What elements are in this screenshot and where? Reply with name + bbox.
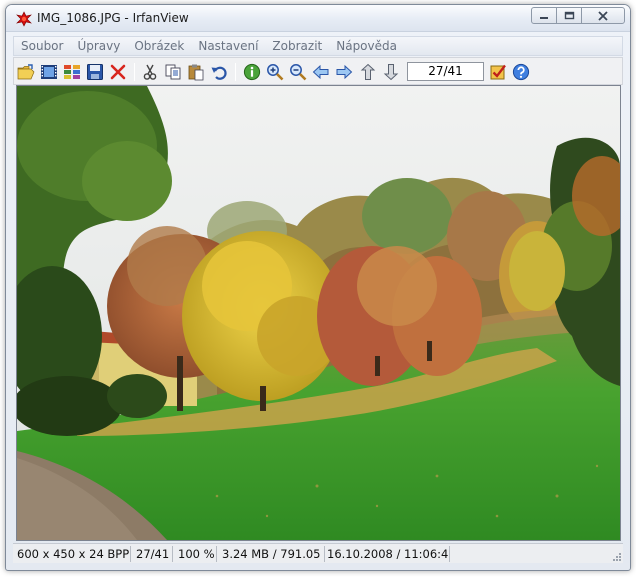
- maximize-button[interactable]: [556, 7, 582, 24]
- toolbar: 27/41: [13, 57, 623, 85]
- menu-napoveda[interactable]: Nápověda: [336, 39, 397, 53]
- status-bar: 600 x 450 x 24 BPP 27/41 100 % 3.24 MB /…: [13, 543, 623, 563]
- properties-icon[interactable]: [489, 63, 507, 81]
- menu-nastaveni[interactable]: Nastavení: [198, 39, 258, 53]
- minimize-icon: [540, 16, 548, 19]
- zoom-in-icon[interactable]: [266, 63, 284, 81]
- rotate-left-icon[interactable]: [359, 63, 377, 81]
- help-icon[interactable]: [512, 63, 530, 81]
- open-folder-icon[interactable]: [17, 63, 35, 81]
- previous-icon[interactable]: [312, 63, 330, 81]
- minimize-button[interactable]: [531, 7, 557, 24]
- save-icon[interactable]: [86, 63, 104, 81]
- slideshow-icon[interactable]: [40, 63, 58, 81]
- image-canvas[interactable]: [16, 85, 621, 541]
- cut-icon[interactable]: [141, 63, 159, 81]
- delete-icon[interactable]: [109, 63, 127, 81]
- resize-grip-icon[interactable]: [610, 550, 622, 562]
- status-zoom: 100 %: [176, 546, 217, 562]
- close-button[interactable]: [581, 7, 625, 24]
- irfanview-window: IMG_1086.JPG - IrfanView Soubor Úpravy O…: [5, 4, 631, 571]
- info-icon[interactable]: [243, 63, 261, 81]
- rotate-right-icon[interactable]: [382, 63, 400, 81]
- status-file-size: 3.24 MB / 791.05 KB: [220, 546, 325, 562]
- undo-icon[interactable]: [210, 63, 228, 81]
- window-controls: [531, 7, 625, 26]
- menu-bar: Soubor Úpravy Obrázek Nastavení Zobrazit…: [13, 36, 623, 56]
- paste-icon[interactable]: [187, 63, 205, 81]
- status-index: 27/41: [134, 546, 173, 562]
- menu-upravy[interactable]: Úpravy: [77, 39, 120, 53]
- menu-soubor[interactable]: Soubor: [21, 39, 63, 53]
- toolbar-separator: [134, 63, 135, 81]
- maximize-icon: [564, 11, 574, 20]
- next-icon[interactable]: [335, 63, 353, 81]
- menu-zobrazit[interactable]: Zobrazit: [272, 39, 322, 53]
- thumbnails-icon[interactable]: [63, 63, 81, 81]
- window-title: IMG_1086.JPG - IrfanView: [37, 11, 189, 25]
- copy-icon[interactable]: [164, 63, 182, 81]
- zoom-out-icon[interactable]: [289, 63, 307, 81]
- title-bar: IMG_1086.JPG - IrfanView: [6, 5, 630, 32]
- irfanview-app-icon[interactable]: [15, 10, 33, 28]
- toolbar-separator: [235, 63, 236, 81]
- page-counter-field[interactable]: 27/41: [407, 62, 484, 81]
- status-dimensions: 600 x 450 x 24 BPP: [17, 546, 131, 562]
- photo-autumn-park: [17, 86, 620, 540]
- close-icon: [598, 10, 608, 21]
- menu-obrazek[interactable]: Obrázek: [134, 39, 184, 53]
- status-datetime: 16.10.2008 / 11:06:48: [327, 546, 450, 562]
